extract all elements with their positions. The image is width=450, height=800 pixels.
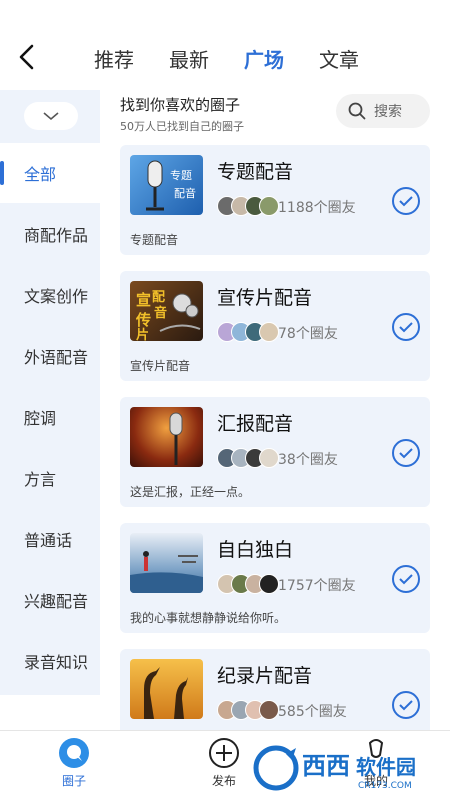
circle-description: 这是汇报，正经一点。 bbox=[130, 485, 251, 499]
circle-card[interactable]: 自白独白 1757个圈友 我的心事就想静静说给你听。 bbox=[120, 523, 430, 633]
member-count: 1757个圈友 bbox=[278, 578, 356, 594]
circle-card[interactable]: 宣 配 传 音 片 宣传片配音 78个圈友 宣传片配音 bbox=[120, 271, 430, 381]
svg-text:传: 传 bbox=[135, 311, 151, 329]
bottom-nav-circle[interactable]: 圈子 bbox=[58, 737, 90, 789]
section-title: 找到你喜欢的圈子 bbox=[120, 96, 241, 114]
circle-description: 宣传片配音 bbox=[130, 359, 191, 373]
member-count: 38个圈友 bbox=[278, 452, 338, 468]
joined-check-button[interactable] bbox=[392, 439, 420, 467]
circle-thumbnail bbox=[130, 533, 203, 593]
svg-text:配: 配 bbox=[152, 290, 165, 305]
chevron-down-icon bbox=[43, 112, 59, 121]
top-tabs: 推荐 最新 广场 文章 bbox=[94, 44, 394, 73]
tab-articles[interactable]: 文章 bbox=[319, 44, 394, 73]
sidebar-item-dialect[interactable]: 方言 bbox=[0, 448, 100, 508]
check-icon bbox=[399, 700, 413, 711]
bottom-nav-label: 圈子 bbox=[61, 774, 86, 788]
search-button[interactable]: 搜索 bbox=[336, 94, 430, 128]
member-count: 78个圈友 bbox=[278, 326, 338, 342]
circle-thumbnail bbox=[130, 407, 203, 467]
circle-title: 自白独白 bbox=[217, 539, 294, 561]
member-avatars bbox=[217, 322, 279, 342]
circle-description: 专题配音 bbox=[130, 233, 179, 247]
member-count: 585个圈友 bbox=[278, 704, 347, 720]
tab-recommend[interactable]: 推荐 bbox=[94, 44, 169, 73]
bottom-nav-label: 发布 bbox=[211, 774, 236, 788]
collapse-toggle[interactable] bbox=[24, 102, 78, 130]
back-arrow-icon[interactable] bbox=[14, 42, 40, 72]
circle-card[interactable]: 汇报配音 38个圈友 这是汇报，正经一点。 bbox=[120, 397, 430, 507]
svg-text:音: 音 bbox=[154, 305, 167, 321]
member-avatars bbox=[217, 574, 279, 594]
svg-text:专题: 专题 bbox=[170, 168, 192, 182]
member-avatars bbox=[217, 448, 279, 468]
sidebar-item-mandarin[interactable]: 普通话 bbox=[0, 509, 100, 569]
tab-latest[interactable]: 最新 bbox=[169, 44, 244, 73]
top-nav-bar: 推荐 最新 广场 文章 bbox=[0, 0, 450, 90]
svg-text:CR173.COM: CR173.COM bbox=[358, 781, 412, 791]
sidebar-item-foreign[interactable]: 外语配音 bbox=[0, 326, 100, 386]
sidebar-item-tone[interactable]: 腔调 bbox=[0, 387, 100, 447]
sidebar-item-all[interactable]: 全部 bbox=[0, 143, 100, 203]
search-label: 搜索 bbox=[374, 104, 402, 120]
circle-title: 汇报配音 bbox=[217, 413, 294, 435]
check-icon bbox=[399, 574, 413, 585]
avatar bbox=[259, 574, 279, 594]
sidebar-item-recording[interactable]: 录音知识 bbox=[0, 631, 100, 691]
member-avatars bbox=[217, 196, 279, 216]
svg-text:配音: 配音 bbox=[174, 186, 196, 200]
tab-plaza[interactable]: 广场 bbox=[244, 44, 319, 73]
search-icon bbox=[348, 102, 366, 120]
avatar bbox=[259, 322, 279, 342]
member-count: 1188个圈友 bbox=[278, 200, 356, 216]
svg-text:片: 片 bbox=[136, 327, 149, 341]
sidebar-item-hobby[interactable]: 兴趣配音 bbox=[0, 570, 100, 630]
circle-title: 宣传片配音 bbox=[217, 287, 313, 309]
check-icon bbox=[399, 196, 413, 207]
sidebar-item-copywriting[interactable]: 文案创作 bbox=[0, 265, 100, 325]
circle-description: 我的心事就想静静说给你听。 bbox=[130, 611, 287, 625]
circle-title: 专题配音 bbox=[217, 161, 294, 183]
sidebar-item-commercial[interactable]: 商配作品 bbox=[0, 204, 100, 264]
circle-title: 纪录片配音 bbox=[217, 665, 313, 687]
svg-text:西西: 西西 bbox=[302, 752, 350, 780]
watermark-logo: 西西 软件园 CR173.COM bbox=[253, 745, 416, 791]
avatar bbox=[259, 196, 279, 216]
bottom-nav-publish[interactable]: 发布 bbox=[208, 737, 240, 789]
circle-chat-icon bbox=[59, 738, 89, 768]
joined-check-button[interactable] bbox=[392, 313, 420, 341]
section-subtitle: 50万人已找到自己的圈子 bbox=[120, 120, 244, 133]
joined-check-button[interactable] bbox=[392, 187, 420, 215]
joined-check-button[interactable] bbox=[392, 565, 420, 593]
circle-thumbnail: 宣 配 传 音 片 bbox=[130, 281, 203, 341]
plus-circle-icon bbox=[209, 738, 239, 768]
member-avatars bbox=[217, 700, 279, 720]
circle-thumbnail: 专题 配音 bbox=[130, 155, 203, 215]
category-sidebar: 全部 商配作品 文案创作 外语配音 腔调 方言 普通话 兴趣配音 录音知识 bbox=[0, 90, 100, 695]
avatar bbox=[259, 448, 279, 468]
check-icon bbox=[399, 322, 413, 333]
joined-check-button[interactable] bbox=[392, 691, 420, 719]
svg-text:软件园: 软件园 bbox=[356, 755, 416, 779]
avatar bbox=[259, 700, 279, 720]
circle-card[interactable]: 专题 配音 专题配音 1188个圈友 专题配音 bbox=[120, 145, 430, 255]
svg-text:宣: 宣 bbox=[136, 291, 151, 309]
circle-thumbnail bbox=[130, 659, 203, 719]
check-icon bbox=[399, 448, 413, 459]
